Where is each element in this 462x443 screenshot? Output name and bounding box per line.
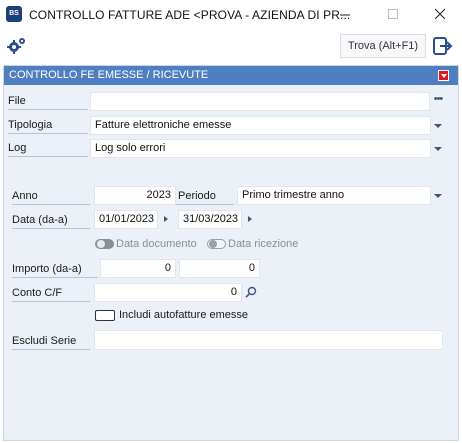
close-button[interactable]: [416, 0, 462, 30]
file-label: File: [8, 92, 88, 110]
tipologia-label: Tipologia: [8, 116, 88, 134]
panel-title: CONTROLLO FE EMESSE / RICEVUTE: [9, 69, 209, 81]
exit-button[interactable]: [430, 34, 454, 58]
data-label: Data (da-a): [12, 211, 90, 229]
conto-lookup-button[interactable]: [243, 283, 259, 302]
settings-button[interactable]: [6, 36, 28, 59]
importo-to-input[interactable]: 0: [179, 259, 260, 278]
log-select[interactable]: Log solo errori: [90, 139, 431, 158]
anno-input[interactable]: 2023: [94, 186, 176, 205]
maximize-icon: [388, 9, 398, 19]
app-logo-icon: BS: [6, 6, 22, 22]
window-title: CONTROLLO FATTURE ADE <PROVA - AZIENDA D…: [29, 8, 351, 22]
data-from-arrow-icon[interactable]: [159, 210, 173, 229]
importo-label: Importo (da-a): [12, 260, 98, 278]
control-panel: CONTROLLO FE EMESSE / RICEVUTE File ••• …: [3, 65, 459, 441]
conto-input[interactable]: 0: [94, 283, 242, 302]
file-input[interactable]: [90, 92, 430, 111]
minimize-button[interactable]: [322, 0, 368, 30]
exit-icon: [433, 37, 453, 55]
gear-icon: [7, 38, 25, 54]
toggle-data-documento[interactable]: [95, 239, 114, 249]
data-to-input[interactable]: 31/03/2023: [178, 210, 242, 229]
escludi-serie-input[interactable]: [94, 330, 443, 350]
log-dropdown-icon[interactable]: [431, 139, 446, 158]
toggle-knob: [97, 240, 105, 248]
toggle-data-ricezione[interactable]: [207, 239, 226, 249]
periodo-select[interactable]: Primo trimestre anno: [237, 186, 431, 205]
search-button[interactable]: Trova (Alt+F1): [340, 34, 426, 58]
periodo-dropdown-icon[interactable]: [431, 186, 446, 205]
data-to-arrow-icon[interactable]: [243, 210, 257, 229]
importo-from-input[interactable]: 0: [100, 259, 176, 278]
toggle-knob: [209, 240, 217, 248]
tipologia-dropdown-icon[interactable]: [431, 116, 446, 135]
close-icon: [434, 8, 446, 20]
toggle-data-ricezione-label: Data ricezione: [228, 238, 299, 250]
periodo-label: Periodo: [176, 187, 234, 205]
minimize-icon: [340, 14, 350, 16]
conto-label: Conto C/F: [12, 284, 90, 302]
escludi-serie-label: Escludi Serie: [12, 332, 90, 350]
toolbar: Trova (Alt+F1): [0, 30, 462, 62]
data-from-input[interactable]: 01/01/2023: [94, 210, 158, 229]
autofatture-label: Includi autofatture emesse: [119, 309, 249, 321]
title-bar: BS CONTROLLO FATTURE ADE <PROVA - AZIEND…: [0, 0, 462, 30]
panel-header: CONTROLLO FE EMESSE / RICEVUTE: [4, 66, 458, 85]
anno-label: Anno: [12, 187, 90, 205]
collapse-icon[interactable]: [438, 70, 449, 81]
log-label: Log: [8, 139, 88, 157]
ellipsis-icon[interactable]: •••: [430, 92, 446, 111]
toggle-data-documento-label: Data documento: [116, 238, 197, 250]
autofatture-checkbox[interactable]: [95, 310, 115, 321]
search-icon: [245, 286, 257, 298]
tipologia-select[interactable]: Fatture elettroniche emesse: [90, 116, 431, 135]
maximize-button: [370, 0, 416, 30]
